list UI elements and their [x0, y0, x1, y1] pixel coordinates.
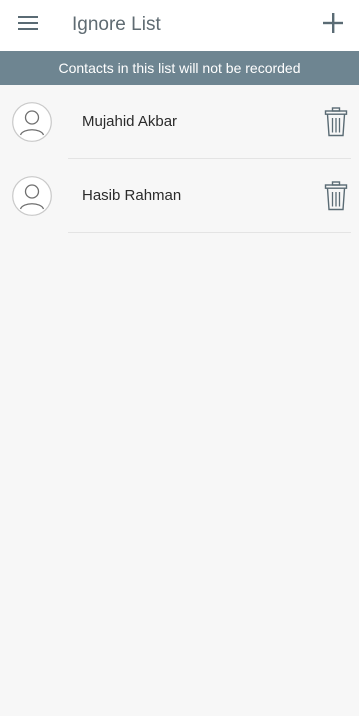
delete-button[interactable] [324, 107, 348, 137]
trash-icon [324, 107, 348, 137]
trash-icon [324, 181, 348, 211]
hamburger-menu-icon [18, 16, 38, 30]
app-bar: Ignore List [0, 0, 359, 51]
plus-icon [323, 13, 343, 33]
row-divider [68, 232, 351, 233]
add-contact-button[interactable] [322, 12, 344, 34]
person-avatar-icon [12, 102, 52, 142]
contact-name: Mujahid Akbar [82, 113, 178, 130]
contact-list: Mujahid Akbar Hasib Rahman [0, 85, 359, 233]
info-banner: Contacts in this list will not be record… [0, 51, 359, 85]
menu-button[interactable] [18, 15, 38, 31]
list-item[interactable]: Mujahid Akbar [0, 85, 359, 159]
delete-button[interactable] [324, 181, 348, 211]
list-item[interactable]: Hasib Rahman [0, 159, 359, 233]
person-avatar-icon [12, 176, 52, 216]
contact-name: Hasib Rahman [82, 187, 182, 204]
page-title: Ignore List [72, 14, 161, 35]
